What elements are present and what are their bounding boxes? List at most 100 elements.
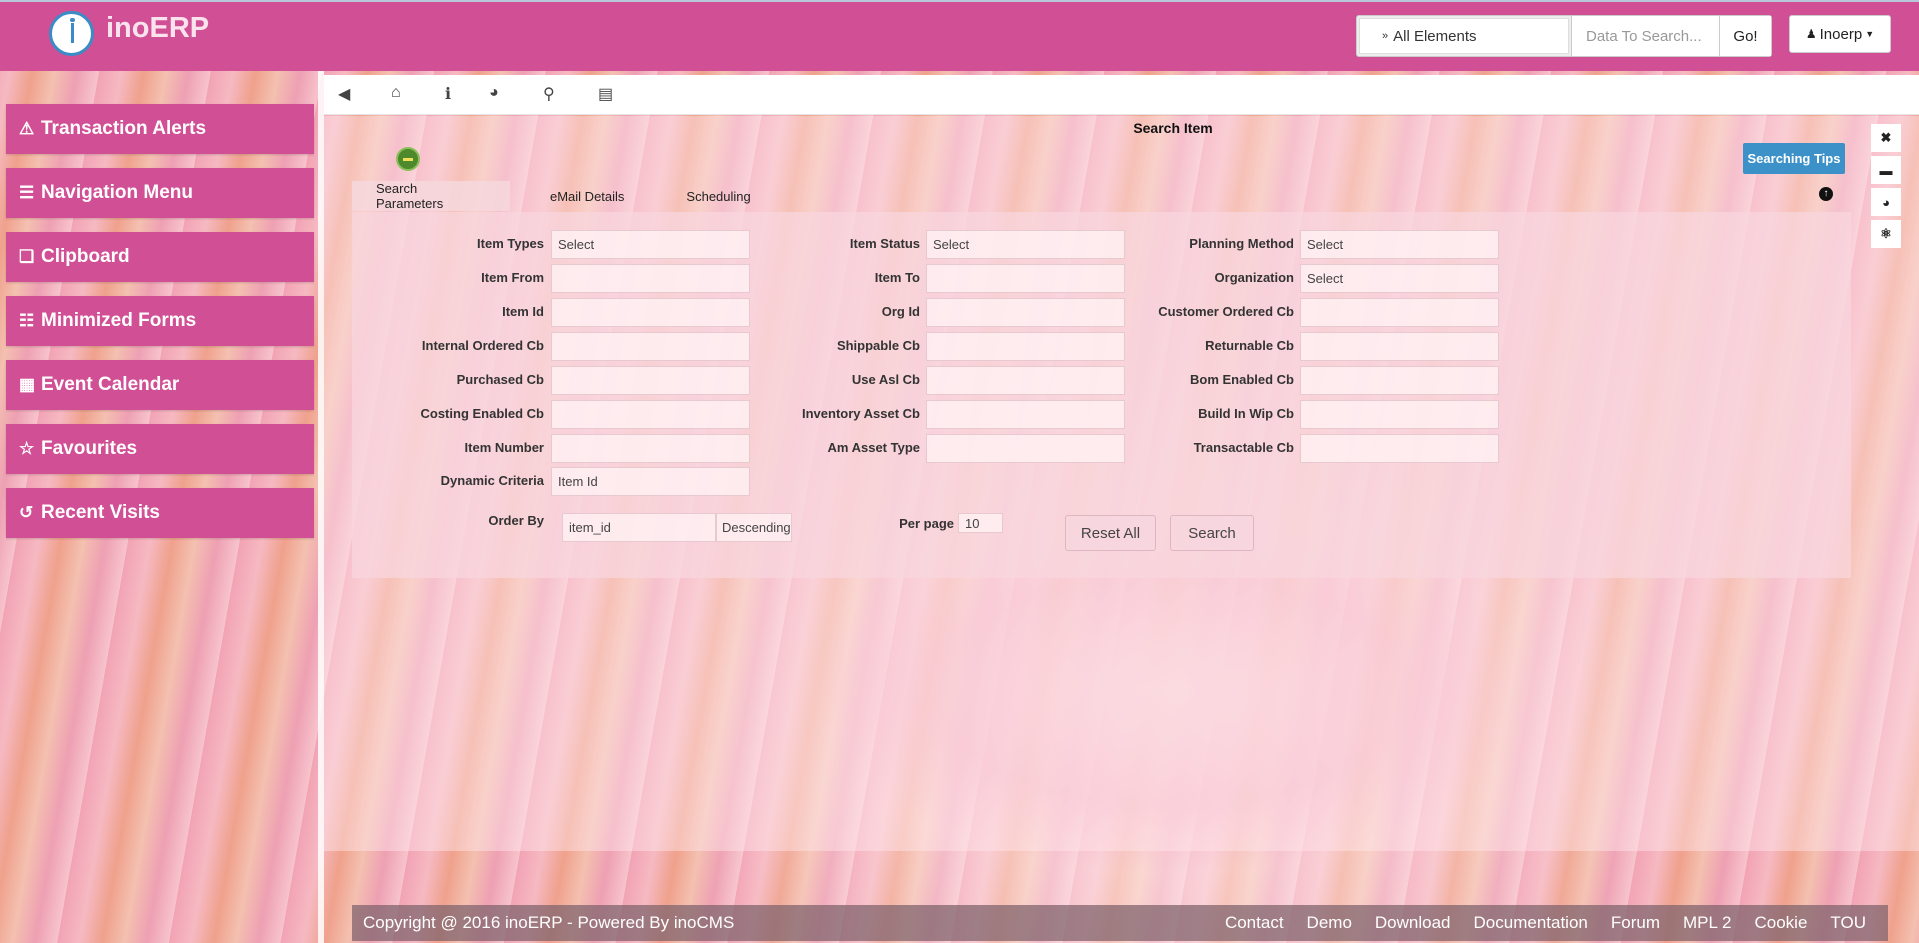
- sidebar: ⚠ Transaction Alerts ☰ Navigation Menu ❏…: [6, 104, 314, 552]
- field-label: Item To: [874, 270, 920, 285]
- field-label: Transactable Cb: [1193, 440, 1294, 455]
- customer-ordered-cb-field[interactable]: [1300, 298, 1499, 327]
- footer-links: Contact Demo Download Documentation Foru…: [1202, 913, 1888, 933]
- footer-link-forum[interactable]: Forum: [1611, 913, 1660, 933]
- search-button[interactable]: Search: [1170, 515, 1254, 551]
- sidebar-item-label: Event Calendar: [41, 374, 180, 395]
- order-by-field[interactable]: item_id: [562, 513, 716, 542]
- footer-link-download[interactable]: Download: [1375, 913, 1451, 933]
- search-scope-label: All Elements: [1393, 27, 1477, 45]
- field-label: Costing Enabled Cb: [420, 406, 545, 421]
- field-label: Planning Method: [1189, 236, 1294, 251]
- tab-search-parameters[interactable]: Search Parameters: [352, 181, 510, 211]
- field-label: Item Number: [464, 440, 544, 455]
- toolbar: ◀ ⌂ i ◕ ⚲ ▤: [324, 75, 1919, 115]
- sidebar-item-label: Favourites: [41, 438, 138, 459]
- field-label: Build In Wip Cb: [1198, 406, 1294, 421]
- window-icon[interactable]: ▤: [598, 84, 613, 104]
- per-page-field[interactable]: 10: [958, 513, 1003, 533]
- field-label: Item From: [481, 270, 544, 285]
- dashboard-icon[interactable]: ◕: [489, 84, 499, 102]
- logo-icon[interactable]: [49, 11, 94, 56]
- footer-link-cookie[interactable]: Cookie: [1755, 913, 1808, 933]
- user-name: Inoerp: [1819, 25, 1863, 43]
- footer: Copyright @ 2016 inoERP - Powered By ino…: [352, 905, 1888, 941]
- bom-enabled-cb-field[interactable]: [1300, 366, 1499, 395]
- field-label: Bom Enabled Cb: [1189, 372, 1294, 387]
- sidebar-item-navigation-menu[interactable]: ☰ Navigation Menu: [6, 168, 314, 218]
- sidebar-item-minimized-forms[interactable]: ☷ Minimized Forms: [6, 296, 314, 346]
- dynamic-criteria-select[interactable]: Item Id: [551, 467, 750, 496]
- field-label: Inventory Asset Cb: [802, 406, 920, 421]
- arrow-up-icon[interactable]: ↑: [1819, 187, 1833, 201]
- sidebar-item-event-calendar[interactable]: ▦ Event Calendar: [6, 360, 314, 410]
- field-label: Customer Ordered Cb: [1158, 304, 1294, 319]
- field-label: Org Id: [881, 304, 920, 319]
- clipboard-icon: ❏: [19, 247, 35, 266]
- sidebar-item-clipboard[interactable]: ❏ Clipboard: [6, 232, 314, 282]
- per-page-label: Per page: [899, 516, 954, 531]
- field-label: Internal Ordered Cb: [421, 338, 544, 353]
- order-by-label: Order By: [488, 513, 544, 528]
- build-in-wip-cb-field[interactable]: [1300, 400, 1499, 429]
- field-label: Item Status: [849, 236, 920, 251]
- footer-link-contact[interactable]: Contact: [1225, 913, 1284, 933]
- caret-down-icon: ▼: [1865, 29, 1875, 39]
- field-label: Use Asl Cb: [851, 372, 920, 387]
- searching-tips-button[interactable]: Searching Tips: [1743, 143, 1845, 174]
- file-icon: ☷: [19, 311, 35, 330]
- search-parameters-panel: Item Types Select Item From Item Id Inte…: [352, 212, 1851, 578]
- field-label: Shippable Cb: [836, 338, 920, 353]
- sidebar-item-label: Navigation Menu: [41, 182, 194, 203]
- transactable-cb-field[interactable]: [1300, 434, 1499, 463]
- planning-method-select[interactable]: Select: [1300, 230, 1499, 259]
- copyright-text: Copyright @ 2016 inoERP - Powered By ino…: [363, 913, 735, 932]
- window-controls: ✖ ▬ ◕ ⚛: [1871, 124, 1901, 252]
- field-label: Dynamic Criteria: [440, 473, 544, 488]
- sidebar-item-favourites[interactable]: ☆ Favourites: [6, 424, 314, 474]
- field-label: Item Id: [502, 304, 544, 319]
- close-icon[interactable]: ✖: [1871, 124, 1901, 152]
- search-icon[interactable]: ⚲: [543, 84, 555, 104]
- field-label: Returnable Cb: [1205, 338, 1294, 353]
- field-label: Purchased Cb: [456, 372, 544, 387]
- bank-icon[interactable]: ⚛: [1871, 220, 1901, 248]
- menu-icon: ☰: [19, 183, 35, 202]
- user-icon: ♟: [1805, 27, 1817, 41]
- go-button[interactable]: Go!: [1719, 16, 1771, 56]
- footer-link-tou[interactable]: TOU: [1830, 913, 1866, 933]
- top-bar: inoERP » All Elements Data To Search... …: [0, 0, 1919, 71]
- returnable-cb-field[interactable]: [1300, 332, 1499, 361]
- history-icon: ↺: [19, 503, 34, 522]
- user-menu-button[interactable]: ♟ Inoerp ▼: [1789, 15, 1891, 53]
- sidebar-item-label: Minimized Forms: [41, 310, 197, 331]
- reset-all-button[interactable]: Reset All: [1065, 515, 1156, 551]
- sidebar-item-label: Clipboard: [41, 246, 130, 267]
- dashboard-icon[interactable]: ◕: [1871, 188, 1901, 216]
- search-scope-select[interactable]: » All Elements: [1359, 18, 1569, 54]
- collapse-form-icon[interactable]: [396, 147, 420, 171]
- sidebar-item-label: Transaction Alerts: [41, 118, 207, 139]
- info-icon[interactable]: i: [445, 84, 451, 103]
- sidebar-item-label: Recent Visits: [41, 502, 160, 523]
- tab-email-details[interactable]: eMail Details: [550, 181, 624, 211]
- tab-scheduling[interactable]: Scheduling: [686, 181, 750, 211]
- footer-link-mpl2[interactable]: MPL 2: [1683, 913, 1732, 933]
- search-input[interactable]: Data To Search...: [1571, 16, 1719, 56]
- sidebar-item-transaction-alerts[interactable]: ⚠ Transaction Alerts: [6, 104, 314, 154]
- organization-select[interactable]: Select: [1300, 264, 1499, 293]
- footer-link-demo[interactable]: Demo: [1307, 913, 1352, 933]
- tab-bar: Search Parameters eMail Details Scheduli…: [352, 181, 751, 211]
- brand-name[interactable]: inoERP: [106, 12, 209, 45]
- home-icon[interactable]: ⌂: [391, 84, 401, 102]
- page-title: Search Item: [1133, 120, 1213, 136]
- field-label: Am Asset Type: [827, 440, 920, 455]
- collapse-icon[interactable]: ◀: [338, 84, 350, 104]
- calendar-icon: ▦: [19, 375, 36, 394]
- minimize-icon[interactable]: ▬: [1871, 156, 1901, 184]
- field-label: Organization: [1214, 270, 1294, 285]
- star-icon: ☆: [19, 439, 35, 458]
- field-label: Item Types: [477, 236, 544, 251]
- footer-link-documentation[interactable]: Documentation: [1474, 913, 1588, 933]
- sidebar-item-recent-visits[interactable]: ↺ Recent Visits: [6, 488, 314, 538]
